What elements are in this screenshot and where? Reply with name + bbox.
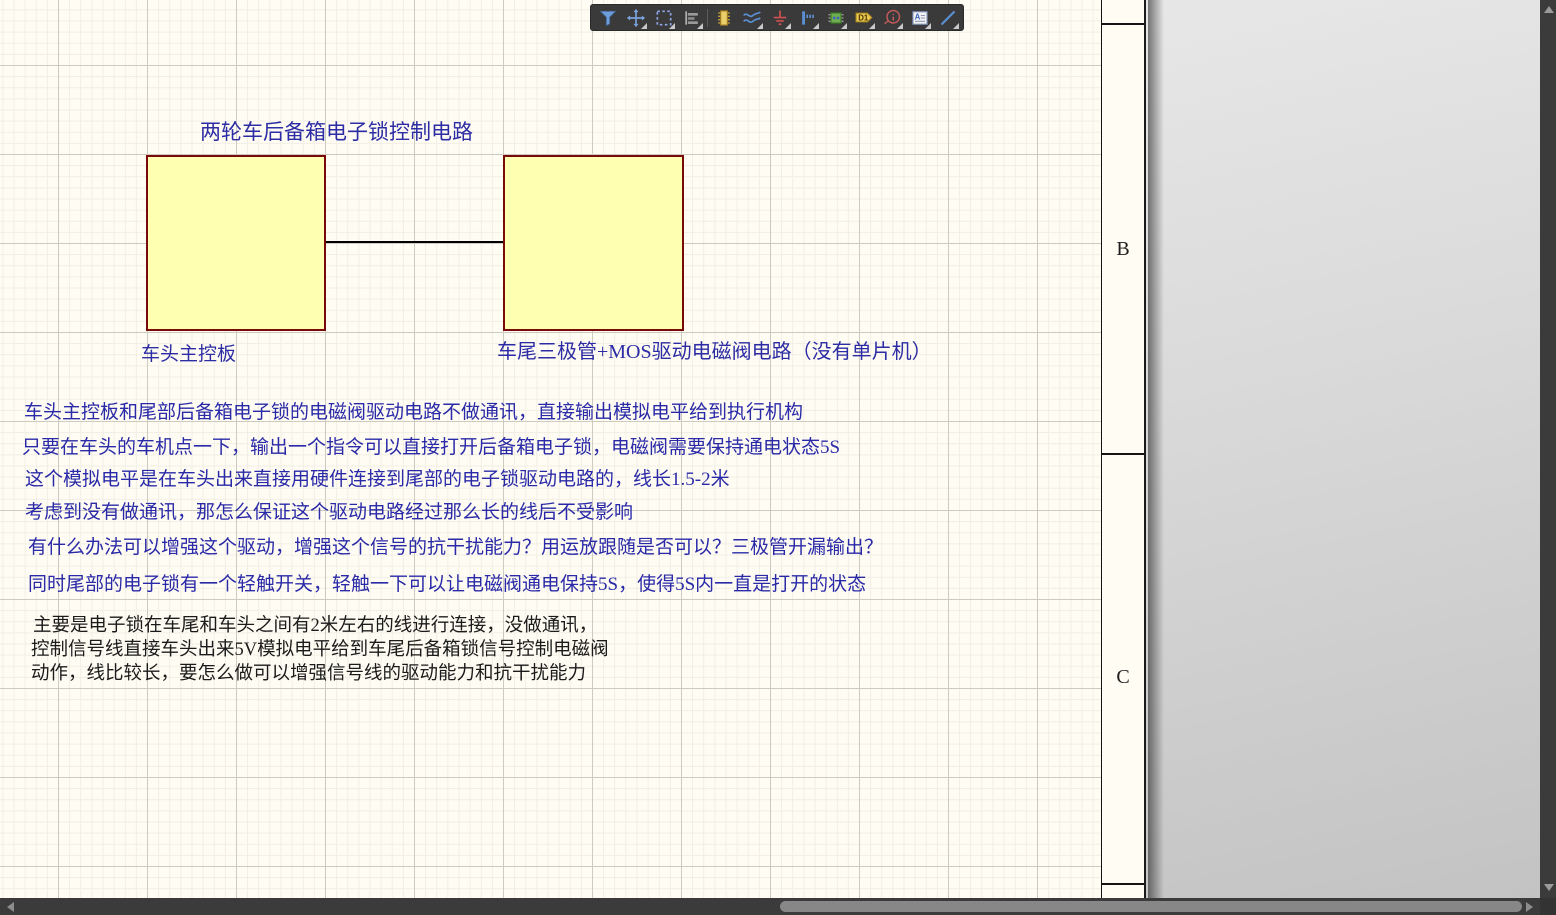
component-icon[interactable] — [711, 5, 736, 30]
scroll-up-icon[interactable] — [1544, 6, 1554, 13]
scrollbar-corner — [1540, 898, 1556, 915]
sheet-part-icon[interactable] — [823, 5, 848, 30]
align-icon[interactable] — [679, 5, 704, 30]
note-line[interactable]: 控制信号线直接车头出来5V模拟电平给到车尾后备箱锁信号控制电磁阀 — [31, 635, 609, 661]
wire-icon[interactable] — [739, 5, 764, 30]
toolbar-separator — [707, 9, 708, 27]
vertical-scrollbar[interactable] — [1540, 0, 1556, 915]
canvas-edge-shadow — [1148, 0, 1164, 898]
side-panel — [1146, 0, 1540, 898]
scroll-left-icon[interactable] — [7, 902, 14, 912]
note-line[interactable]: 考虑到没有做通讯，那怎么保证这个驱动电路经过那么长的线后不受影响 — [25, 497, 633, 524]
connecting-wire[interactable] — [326, 241, 503, 243]
zone-letter-c: C — [1102, 666, 1144, 689]
no-erc-icon[interactable] — [879, 5, 904, 30]
active-toolbar: D1 A — [590, 4, 964, 31]
app-window: 两轮车后备箱电子锁控制电路 车头主控板 车尾三极管+MOS驱动电磁阀电路（没有单… — [0, 0, 1556, 915]
power-port-icon[interactable] — [767, 5, 792, 30]
sheet-symbol-tail-label[interactable]: 车尾三极管+MOS驱动电磁阀电路（没有单片机） — [497, 335, 932, 364]
text-frame-letter: A — [914, 12, 920, 21]
line-icon[interactable] — [935, 5, 960, 30]
text-frame-icon[interactable]: A — [907, 5, 932, 30]
note-line[interactable]: 动作，线比较长，要怎么做可以增强信号线的驱动能力和抗干扰能力 — [31, 659, 586, 685]
note-line[interactable]: 有什么办法可以增强这个驱动，增强这个信号的抗干扰能力？用运放跟随是否可以？三极管… — [28, 532, 883, 559]
note-line[interactable]: 同时尾部的电子锁有一个轻触开关，轻触一下可以让电磁阀通电保持5S，使得5S内一直… — [28, 569, 866, 596]
selection-icon[interactable] — [651, 5, 676, 30]
sheet-symbol-head[interactable] — [146, 155, 326, 331]
schematic-title-text[interactable]: 两轮车后备箱电子锁控制电路 — [200, 116, 473, 146]
sheet-symbol-tail[interactable] — [503, 155, 684, 331]
scroll-down-icon[interactable] — [1544, 884, 1554, 891]
zone-divider — [1102, 23, 1144, 25]
horizontal-scrollbar[interactable] — [0, 898, 1540, 915]
schematic-canvas[interactable]: 两轮车后备箱电子锁控制电路 车头主控板 车尾三极管+MOS驱动电磁阀电路（没有单… — [0, 0, 1101, 898]
move-icon[interactable] — [623, 5, 648, 30]
horizontal-scrollbar-thumb[interactable] — [780, 901, 1522, 912]
zone-letter-b: B — [1102, 238, 1144, 261]
net-label-text: D1 — [858, 14, 869, 23]
filter-icon[interactable] — [595, 5, 620, 30]
scroll-right-icon[interactable] — [1526, 902, 1533, 912]
pin-icon[interactable] — [795, 5, 820, 30]
zone-divider — [1102, 453, 1144, 455]
sheet-zone-ruler: B C — [1101, 0, 1146, 898]
note-line[interactable]: 只要在车头的车机点一下，输出一个指令可以直接打开后备箱电子锁，电磁阀需要保持通电… — [22, 432, 840, 459]
note-line[interactable]: 主要是电子锁在车尾和车头之间有2米左右的线进行连接，没做通讯， — [33, 611, 597, 637]
zone-divider — [1102, 883, 1144, 885]
net-label-icon[interactable]: D1 — [851, 5, 876, 30]
note-line[interactable]: 车头主控板和尾部后备箱电子锁的电磁阀驱动电路不做通讯，直接输出模拟电平给到执行机… — [24, 397, 803, 424]
sheet-symbol-head-label[interactable]: 车头主控板 — [141, 339, 236, 366]
note-line[interactable]: 这个模拟电平是在车头出来直接用硬件连接到尾部的电子锁驱动电路的，线长1.5-2米 — [25, 464, 730, 491]
